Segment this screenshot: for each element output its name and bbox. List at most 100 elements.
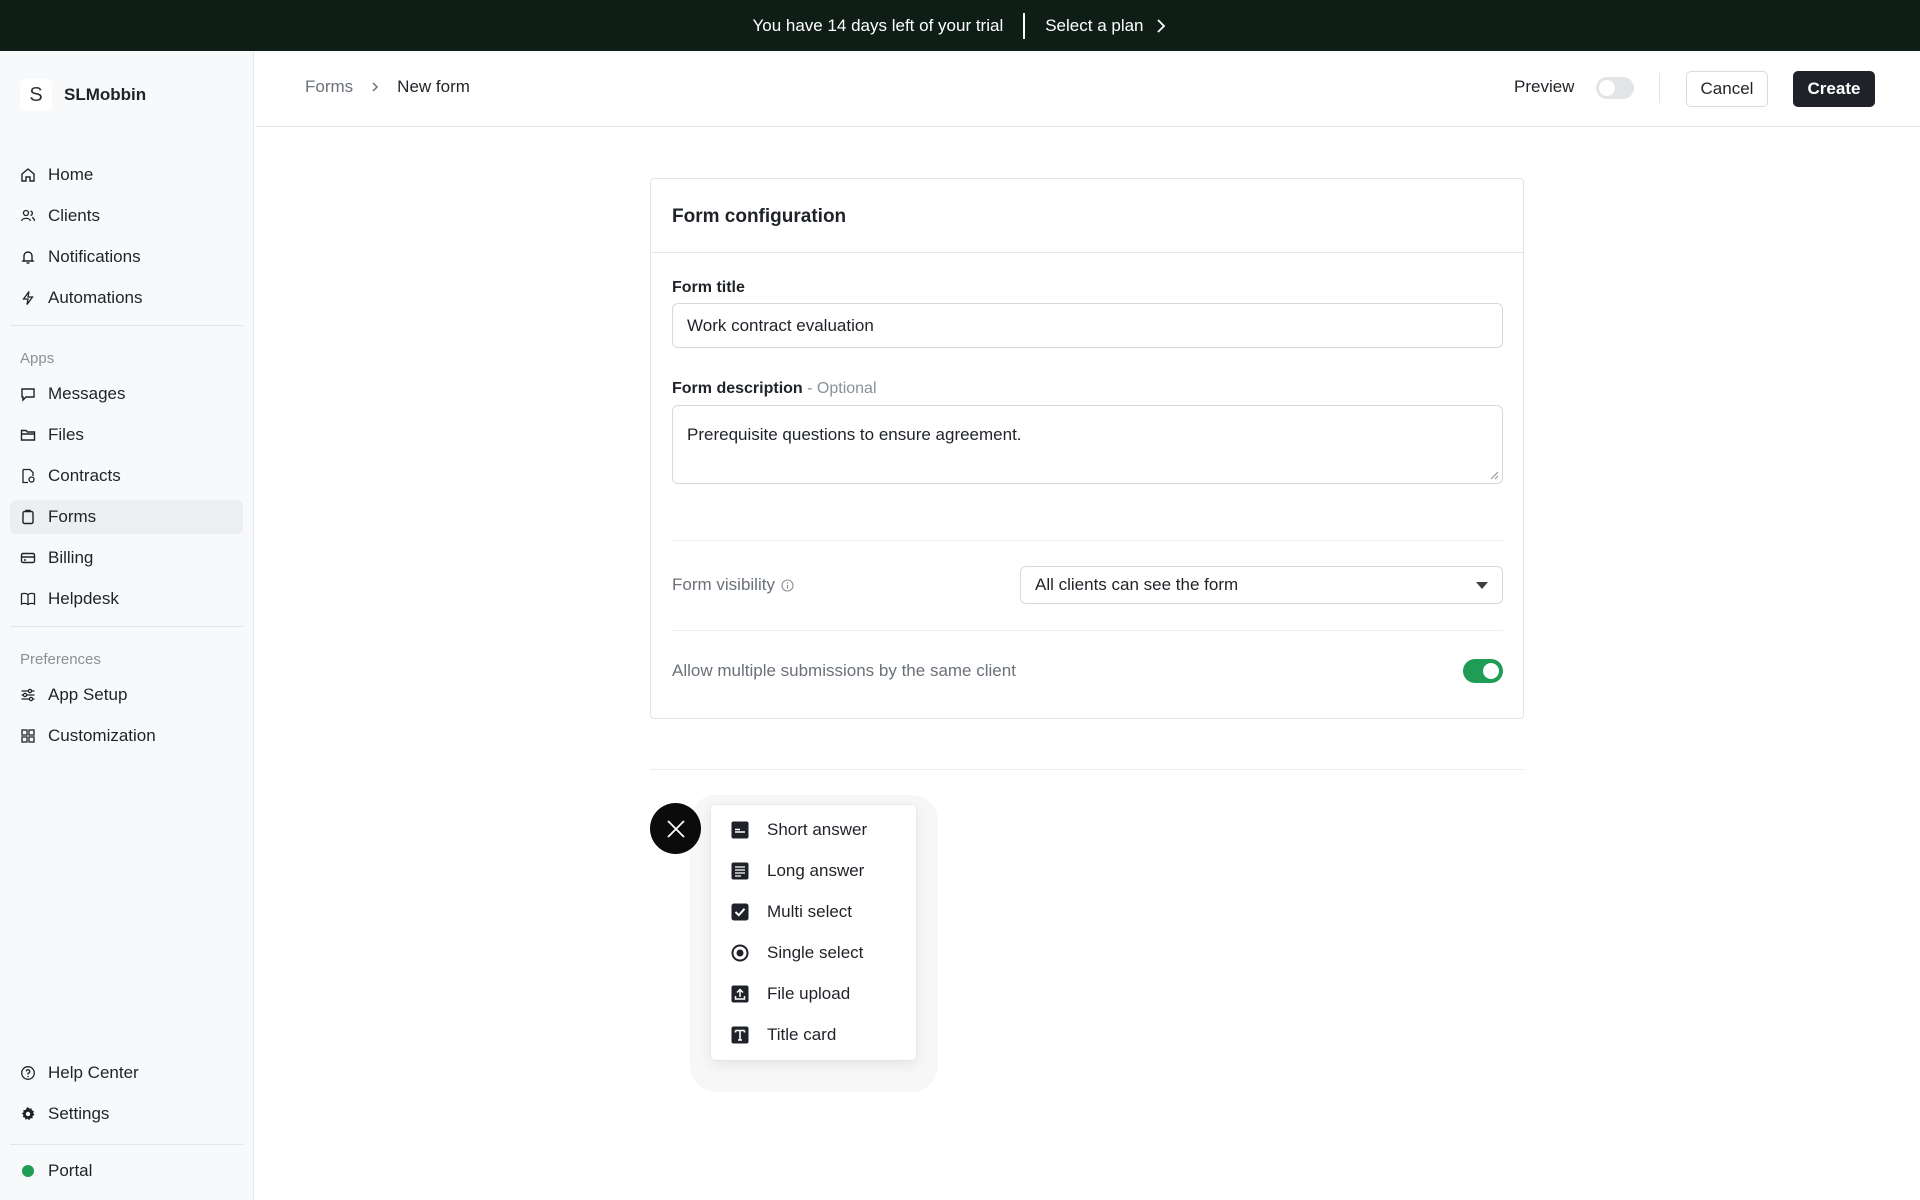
bolt-icon bbox=[22, 291, 34, 305]
menu-item-label: File upload bbox=[767, 984, 851, 1003]
home-icon bbox=[21, 168, 35, 182]
sidebar-item-clients[interactable]: Clients bbox=[10, 199, 243, 233]
title-card-icon bbox=[731, 1026, 749, 1044]
multiple-submissions-toggle[interactable] bbox=[1463, 659, 1503, 683]
sidebar-item-messages[interactable]: Messages bbox=[10, 377, 243, 411]
workspace-logo: S bbox=[20, 79, 52, 111]
radio-icon bbox=[731, 944, 749, 962]
sidebar-item-label: Clients bbox=[48, 206, 100, 225]
page-divider bbox=[650, 769, 1524, 770]
sidebar-divider bbox=[10, 1144, 243, 1145]
form-description-textarea[interactable]: Prerequisite questions to ensure agreeme… bbox=[672, 405, 1503, 484]
card-title: Form configuration bbox=[672, 206, 847, 227]
form-configuration-card: Form configuration Form title Work contr… bbox=[650, 178, 1524, 719]
sidebar-item-label: Contracts bbox=[48, 466, 121, 485]
book-icon bbox=[20, 592, 36, 606]
chevron-right-icon bbox=[372, 82, 379, 92]
menu-item-short-answer[interactable]: Short answer bbox=[711, 810, 916, 850]
sidebar-divider bbox=[10, 325, 243, 326]
sidebar-item-help-center[interactable]: Help Center bbox=[10, 1056, 243, 1090]
menu-item-label: Single select bbox=[767, 943, 864, 962]
trial-text: You have 14 days left of your trial bbox=[752, 15, 1004, 35]
menu-item-file-upload[interactable]: File upload bbox=[711, 974, 916, 1014]
sidebar-item-label: Billing bbox=[48, 548, 94, 567]
contract-icon bbox=[22, 468, 35, 484]
multiple-submissions-label: Allow multiple submissions by the same c… bbox=[672, 661, 1016, 680]
sidebar-item-contracts[interactable]: Contracts bbox=[10, 459, 243, 493]
grid-icon bbox=[21, 729, 35, 743]
sidebar-item-label: Notifications bbox=[48, 247, 141, 266]
sidebar-item-home[interactable]: Home bbox=[10, 158, 243, 192]
cancel-button[interactable]: Cancel bbox=[1686, 71, 1768, 107]
select-plan-link[interactable]: Select a plan bbox=[1045, 16, 1167, 36]
section-label-preferences: Preferences bbox=[20, 651, 101, 668]
workspace-name: SLMobbin bbox=[64, 85, 147, 104]
sidebar-item-label: App Setup bbox=[48, 685, 128, 704]
breadcrumb-current: New form bbox=[397, 77, 470, 96]
menu-item-label: Short answer bbox=[767, 820, 868, 839]
message-icon bbox=[21, 388, 35, 402]
close-icon bbox=[666, 819, 685, 838]
info-icon[interactable] bbox=[781, 578, 794, 592]
header-divider bbox=[1659, 73, 1660, 103]
resize-handle-icon[interactable] bbox=[1490, 471, 1499, 480]
menu-item-multi-select[interactable]: Multi select bbox=[711, 892, 916, 932]
short-answer-icon bbox=[731, 821, 749, 839]
sidebar-item-forms[interactable]: Forms bbox=[10, 500, 243, 534]
menu-item-long-answer[interactable]: Long answer bbox=[711, 851, 916, 891]
sidebar-item-customization[interactable]: Customization bbox=[10, 719, 243, 753]
form-description-label: Form description - Optional bbox=[672, 380, 877, 398]
help-circle-icon bbox=[21, 1066, 35, 1080]
sidebar-item-billing[interactable]: Billing bbox=[10, 541, 243, 575]
sidebar-item-label: Files bbox=[48, 425, 84, 444]
sidebar-item-files[interactable]: Files bbox=[10, 418, 243, 452]
credit-card-icon bbox=[20, 552, 36, 564]
gear-icon bbox=[21, 1107, 35, 1121]
portal-status-dot bbox=[22, 1165, 34, 1177]
breadcrumb-forms[interactable]: Forms bbox=[305, 77, 353, 97]
form-title-label: Form title bbox=[672, 279, 745, 296]
checkbox-icon bbox=[731, 903, 749, 921]
workspace-switcher[interactable]: S SLMobbin bbox=[20, 79, 146, 111]
sidebar-item-automations[interactable]: Automations bbox=[10, 281, 243, 315]
sidebar-item-label: Settings bbox=[48, 1104, 110, 1123]
clipboard-icon bbox=[22, 509, 34, 525]
menu-item-title-card[interactable]: Title card bbox=[711, 1015, 916, 1055]
section-label-apps: Apps bbox=[20, 350, 55, 367]
card-divider bbox=[651, 252, 1523, 253]
preview-toggle[interactable] bbox=[1596, 77, 1634, 99]
sidebar-item-label: Customization bbox=[48, 726, 156, 745]
menu-item-label: Long answer bbox=[767, 861, 865, 880]
sidebar-item-app-setup[interactable]: App Setup bbox=[10, 678, 243, 712]
sidebar-item-notifications[interactable]: Notifications bbox=[10, 240, 243, 274]
menu-item-label: Title card bbox=[767, 1025, 837, 1044]
bell-icon bbox=[21, 251, 35, 264]
upload-icon bbox=[731, 985, 749, 1003]
sidebar-item-portal[interactable]: Portal bbox=[10, 1154, 243, 1188]
form-visibility-select[interactable]: All clients can see the form bbox=[1020, 566, 1503, 604]
section-divider bbox=[672, 540, 1503, 541]
form-visibility-text: Form visibility bbox=[672, 575, 775, 594]
form-visibility-value: All clients can see the form bbox=[1035, 575, 1239, 594]
chevron-right-icon bbox=[1156, 18, 1165, 33]
sidebar-item-label: Helpdesk bbox=[48, 589, 119, 608]
form-description-value: Prerequisite questions to ensure agreeme… bbox=[687, 425, 1022, 444]
preview-label: Preview bbox=[1514, 77, 1575, 96]
breadcrumb: Forms New form bbox=[305, 77, 470, 97]
page-header: Forms New form Preview Cancel Create bbox=[255, 51, 1920, 127]
optional-hint: - Optional bbox=[802, 380, 877, 397]
form-title-input[interactable]: Work contract evaluation bbox=[672, 303, 1503, 348]
sidebar-item-helpdesk[interactable]: Helpdesk bbox=[10, 582, 243, 616]
section-divider bbox=[672, 630, 1503, 631]
menu-item-single-select[interactable]: Single select bbox=[711, 933, 916, 973]
folder-icon bbox=[20, 429, 36, 441]
create-button[interactable]: Create bbox=[1793, 71, 1875, 107]
sidebar-item-label: Help Center bbox=[48, 1063, 139, 1082]
form-visibility-label: Form visibility bbox=[672, 575, 794, 595]
add-field-menu: Short answer Long answer Multi select Si… bbox=[711, 805, 916, 1060]
caret-down-icon bbox=[1476, 582, 1488, 589]
banner-divider bbox=[1023, 12, 1026, 39]
sidebar: S SLMobbin Home Clients Notifications Au… bbox=[0, 51, 254, 1200]
sidebar-item-settings[interactable]: Settings bbox=[10, 1097, 243, 1131]
sidebar-item-label: Automations bbox=[48, 288, 143, 307]
